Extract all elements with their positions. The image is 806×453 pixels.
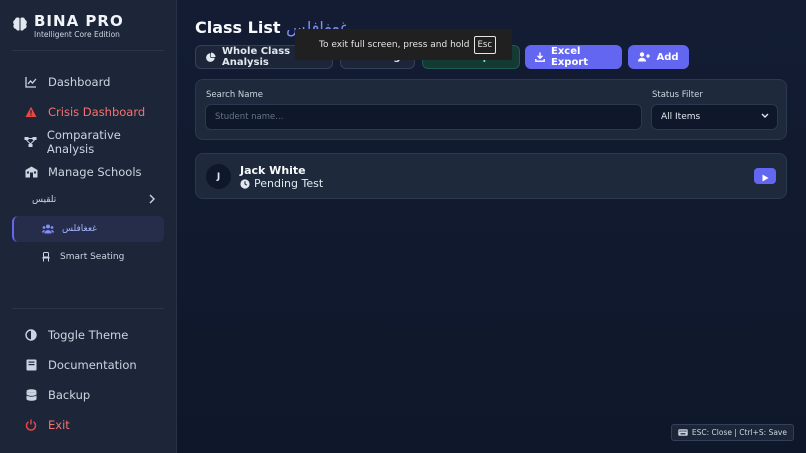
divider [12, 50, 164, 51]
sidebar-item-toggle-theme[interactable]: Toggle Theme [12, 323, 164, 347]
database-icon [22, 388, 40, 402]
start-test-button[interactable] [754, 168, 776, 184]
sidebar-subitem-class[interactable]: غعغافلس [12, 216, 164, 242]
school-icon [22, 165, 40, 179]
keyboard-shortcut-hint: ESC: Close | Ctrl+S: Save [670, 424, 794, 441]
power-icon [22, 418, 40, 432]
contrast-icon [22, 328, 40, 342]
student-name: Jack White [240, 164, 306, 177]
sidebar-subitem-label: غعغافلس [62, 224, 97, 234]
brand-title: BINA PRO [34, 12, 124, 30]
sidebar-item-label: Comparative Analysis [46, 128, 121, 156]
sidebar: BINA PRO Intelligent Core Edition Dashbo… [0, 0, 177, 453]
button-label: Add [656, 51, 679, 63]
page-title-text: Class List [195, 18, 281, 37]
divider [12, 308, 164, 309]
add-student-button[interactable]: Add [628, 45, 689, 69]
filter-panel: Search Name Status Filter All Items [195, 79, 787, 140]
brand-subtitle: Intelligent Core Edition [34, 30, 120, 39]
sidebar-item-label: Exit [48, 418, 70, 432]
sidebar-group-label: تلقيس [32, 195, 57, 205]
diagram-icon [22, 135, 39, 149]
play-icon [762, 167, 769, 186]
main-content: Class List غعغافلس Whole Class Analysis … [177, 0, 806, 453]
sidebar-item-backup[interactable]: Backup [12, 383, 164, 407]
chevron-down-icon [761, 112, 769, 122]
button-label: Excel Export [551, 46, 589, 68]
sidebar-item-label: Toggle Theme [48, 328, 129, 342]
sidebar-item-documentation[interactable]: Documentation [12, 353, 164, 377]
sidebar-item-comparative-analysis[interactable]: Comparative Analysis [12, 128, 164, 156]
chart-line-icon [22, 75, 40, 89]
brain-icon [12, 16, 28, 32]
user-plus-icon [638, 52, 651, 62]
toast-key: Esc [473, 35, 496, 54]
sidebar-item-dashboard[interactable]: Dashboard [12, 70, 164, 94]
sidebar-item-label: Crisis Dashboard [48, 105, 146, 119]
users-icon [42, 224, 54, 234]
status-filter-value: All Items [661, 112, 701, 122]
avatar: J [206, 164, 231, 189]
search-label: Search Name [206, 90, 263, 100]
sidebar-item-label: Dashboard [48, 75, 111, 89]
shortcut-hint-text: ESC: Close | Ctrl+S: Save [691, 428, 787, 437]
book-icon [22, 358, 40, 372]
warning-icon [22, 105, 40, 119]
download-icon [535, 52, 545, 62]
sidebar-group-toggle[interactable]: تلقيس [12, 188, 164, 212]
sidebar-item-manage-schools[interactable]: Manage Schools [12, 160, 164, 184]
sidebar-item-exit[interactable]: Exit [12, 413, 164, 437]
sidebar-item-label: Documentation [48, 358, 137, 372]
brand: BINA PRO Intelligent Core Edition [12, 12, 124, 40]
chair-icon [40, 252, 52, 262]
status-filter-label: Status Filter [652, 90, 703, 100]
student-status: Pending Test [240, 177, 323, 190]
sidebar-item-label: Manage Schools [48, 165, 142, 179]
sidebar-item-crisis-dashboard[interactable]: Crisis Dashboard [12, 100, 164, 124]
sidebar-subitem-smart-seating[interactable]: Smart Seating [12, 244, 164, 270]
table-row[interactable]: J Jack White Pending Test [195, 153, 787, 199]
chevron-right-icon [148, 193, 156, 207]
clock-icon [240, 178, 250, 189]
sidebar-subitem-label: Smart Seating [60, 252, 125, 262]
pie-chart-icon [206, 52, 216, 62]
toast-message: To exit full screen, press and hold [319, 39, 470, 50]
status-text: Pending Test [254, 177, 324, 190]
search-input[interactable] [205, 104, 642, 130]
keyboard-icon [678, 429, 688, 436]
sidebar-item-label: Backup [48, 388, 91, 402]
fullscreen-exit-toast: To exit full screen, press and hold Esc [295, 29, 512, 60]
status-filter-select[interactable]: All Items [651, 104, 778, 130]
excel-export-button[interactable]: Excel Export [525, 45, 622, 69]
